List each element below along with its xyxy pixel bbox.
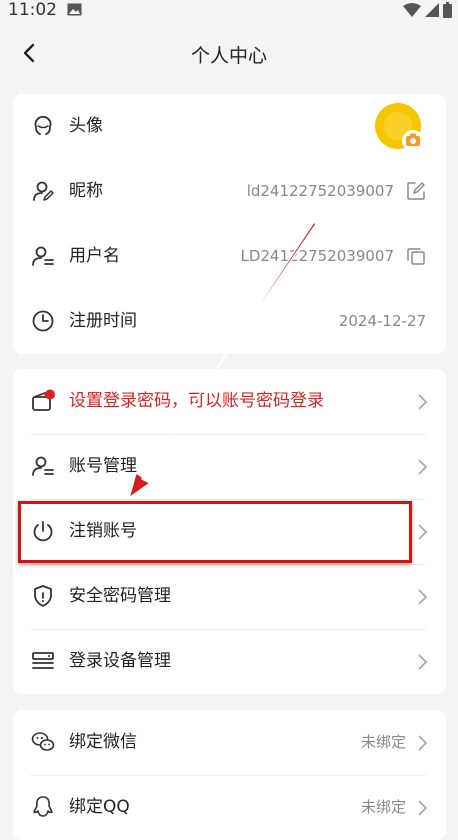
account-manage-row[interactable]: 账号管理	[13, 434, 446, 499]
status-icons	[403, 2, 452, 18]
highlight-box	[18, 501, 412, 563]
username-value: LD24122752039007	[240, 247, 394, 265]
bind-qq-label: 绑定QQ	[69, 797, 130, 817]
edit-icon[interactable]	[406, 181, 426, 201]
regtime-label: 注册时间	[69, 311, 137, 331]
qq-bind-status: 未绑定	[360, 798, 406, 816]
wechat-bind-status: 未绑定	[360, 733, 406, 751]
qq-icon	[33, 796, 53, 817]
set-password-row[interactable]: 设置登录密码，可以账号密码登录	[13, 369, 446, 434]
wifi-icon	[403, 3, 421, 17]
wallet-alert-icon	[32, 389, 55, 411]
login-devices-row[interactable]: 登录设备管理	[13, 629, 446, 694]
chevron-right-icon	[418, 589, 428, 605]
chevron-right-icon	[418, 524, 428, 540]
chevron-right-icon	[418, 654, 428, 670]
nickname-row[interactable]: 昵称 ld24122752039007	[13, 159, 446, 224]
regtime-row: 注册时间 2024-12-27	[13, 289, 446, 354]
battery-icon	[443, 2, 452, 18]
avatar-row[interactable]: 头像	[13, 94, 446, 159]
user-list-icon	[32, 246, 54, 266]
regtime-value: 2024-12-27	[338, 312, 426, 330]
avatar-icon	[34, 115, 52, 135]
security-password-row[interactable]: 安全密码管理	[13, 564, 446, 629]
signal-icon	[425, 3, 439, 17]
device-list-icon	[32, 652, 54, 669]
chevron-right-icon	[418, 394, 428, 410]
chevron-right-icon	[418, 459, 428, 475]
set-password-label: 设置登录密码，可以账号密码登录	[69, 391, 324, 411]
page-title: 个人中心	[190, 45, 267, 67]
nickname-label: 昵称	[69, 181, 103, 201]
avatar[interactable]	[374, 102, 426, 154]
user-edit-icon	[33, 181, 54, 201]
nickname-value: ld24122752039007	[246, 182, 394, 200]
status-bar: 11:02	[0, 0, 458, 22]
wechat-icon	[31, 732, 55, 751]
status-time: 11:02	[8, 0, 57, 20]
clock-icon	[32, 310, 54, 332]
chevron-right-icon	[418, 800, 428, 816]
bind-wechat-label: 绑定微信	[69, 732, 137, 752]
avatar-label: 头像	[69, 116, 103, 136]
shield-icon	[34, 585, 52, 607]
nav-bar: 个人中心	[0, 22, 458, 86]
login-devices-label: 登录设备管理	[69, 651, 171, 671]
user-list-icon	[32, 456, 54, 476]
bind-wechat-row[interactable]: 绑定微信 未绑定	[13, 710, 446, 775]
binding-card: 绑定微信 未绑定 绑定QQ 未绑定	[13, 710, 446, 840]
bind-qq-row[interactable]: 绑定QQ 未绑定	[13, 775, 446, 840]
gallery-notification-icon	[67, 3, 82, 16]
security-password-label: 安全密码管理	[69, 586, 171, 606]
username-label: 用户名	[69, 246, 120, 266]
account-manage-label: 账号管理	[69, 456, 137, 476]
username-row[interactable]: 用户名 LD24122752039007	[13, 224, 446, 289]
profile-card: 头像 昵称 ld24122752039007 用户名 LD24122752039…	[13, 94, 446, 354]
chevron-right-icon	[418, 735, 428, 751]
copy-icon[interactable]	[406, 246, 426, 266]
